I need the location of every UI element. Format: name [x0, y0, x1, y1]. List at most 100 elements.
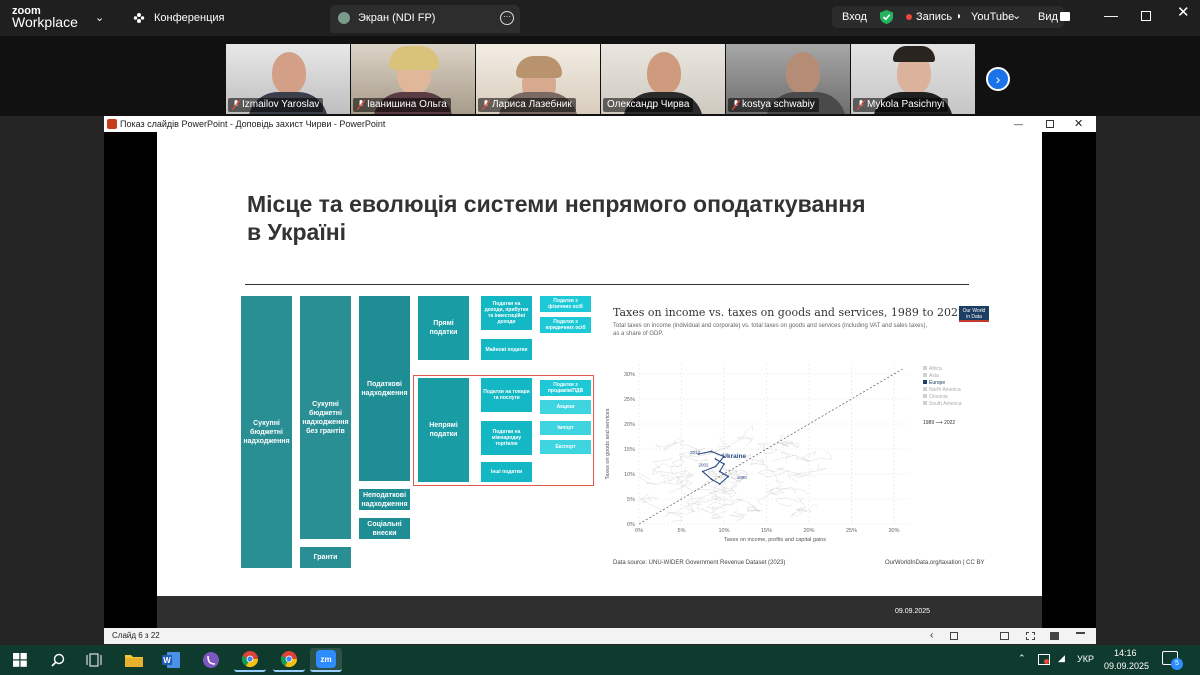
participant-tile[interactable]: Izmailov Yaroslav: [226, 44, 350, 114]
year-label: 2013: [690, 450, 701, 455]
tray-chevron-up-icon[interactable]: ⌃: [1018, 653, 1026, 664]
close-icon[interactable]: ✕: [1177, 5, 1190, 20]
minimize-icon[interactable]: —: [1014, 116, 1023, 132]
prev-slide-icon[interactable]: ‹: [930, 628, 933, 644]
ukraine-point: [718, 483, 721, 485]
slideshow-icon[interactable]: [1076, 632, 1085, 640]
powerpoint-window: Показ слайдів PowerPoint - Доповідь захи…: [104, 116, 1096, 644]
file-explorer-icon[interactable]: [118, 648, 150, 672]
mic-muted-icon: [231, 99, 241, 111]
network-icon[interactable]: ◢: [1058, 653, 1065, 664]
box-property-taxes: Майнові податки: [481, 339, 532, 360]
participant-strip: Izmailov Yaroslav Іванишина Ольга Лариса…: [0, 36, 1200, 116]
svg-text:W: W: [163, 656, 171, 665]
notes-icon[interactable]: [950, 632, 958, 640]
country-trajectory: [765, 467, 814, 475]
more-icon[interactable]: ···: [500, 11, 514, 25]
slide-title: Місце та еволюція системи непрямого опод…: [247, 191, 866, 245]
tray-app-icon[interactable]: [1038, 654, 1050, 665]
legend-entry: North America: [929, 387, 961, 393]
y-tick-label: 30%: [624, 372, 635, 378]
restore-icon[interactable]: [1046, 120, 1054, 128]
powerpoint-window-title: Показ слайдів PowerPoint - Доповідь захи…: [120, 119, 386, 129]
legend-entry: Africa: [929, 366, 942, 372]
country-trajectory: [655, 443, 672, 452]
box-cit: Податки з юридичних осіб: [540, 317, 591, 333]
x-tick-label: 0%: [635, 528, 643, 534]
broadcast-icon: ◗: [956, 11, 963, 22]
shield-check-icon[interactable]: [880, 10, 893, 29]
search-icon[interactable]: [42, 648, 74, 672]
input-language[interactable]: УКР: [1077, 654, 1094, 664]
powerpoint-titlebar: Показ слайдів PowerPoint - Доповідь захи…: [104, 116, 1096, 132]
x-tick-label: 15%: [761, 528, 772, 534]
view-button[interactable]: Вид: [1038, 10, 1058, 24]
zoom-app-icon[interactable]: zm: [310, 648, 342, 672]
chrome-icon[interactable]: [234, 648, 266, 672]
x-tick-label: 30%: [888, 528, 899, 534]
box-social-contributions: Соціальні внески: [359, 518, 410, 539]
participant-name: Лариса Лазебник: [478, 98, 576, 112]
ukraine-label: Ukraine: [722, 453, 746, 460]
signin-button[interactable]: Вход: [842, 10, 867, 24]
year-label: 1990: [737, 475, 748, 480]
equality-line: [638, 368, 903, 525]
notifications-icon[interactable]: 5: [1162, 651, 1183, 670]
mic-muted-icon: [481, 99, 491, 111]
youtube-button[interactable]: YouTube: [971, 10, 1014, 24]
box-trade-taxes: Податки на міжнародну торгівлю: [481, 421, 532, 455]
participant-tile[interactable]: Лариса Лазебник: [476, 44, 600, 114]
next-page-button[interactable]: ›: [986, 67, 1010, 91]
box-goods-services-taxes: Податки на товари та послуги: [481, 378, 532, 412]
x-tick-label: 20%: [803, 528, 814, 534]
notification-count: 5: [1171, 658, 1183, 670]
legend-swatch: [923, 394, 927, 398]
close-icon[interactable]: ✕: [1074, 116, 1083, 132]
country-trajectory: [736, 436, 754, 447]
chart-url: OurWorldInData.org/taxation | CC BY: [885, 560, 985, 566]
country-trajectory: [729, 509, 746, 522]
participant-tile-active-speaker[interactable]: Олександр Чирва: [601, 44, 725, 114]
windows-start-icon[interactable]: [4, 648, 36, 672]
participant-tile[interactable]: Mykola Pasichnyi: [851, 44, 975, 114]
country-trajectory: [651, 462, 683, 473]
record-button[interactable]: Запись: [916, 10, 952, 24]
country-trajectory: [661, 475, 675, 483]
windows-taskbar: W zm ⌃ ◢ УКР 14:16 09.09.2025 5: [0, 645, 1200, 675]
clock-date[interactable]: 09.09.2025: [1104, 661, 1149, 671]
chevron-down-icon[interactable]: ⌄: [95, 11, 104, 25]
svg-text:zm: zm: [320, 655, 331, 664]
legend-entry: Oceania: [929, 394, 948, 400]
minimize-icon[interactable]: —: [1104, 8, 1118, 22]
normal-view-icon[interactable]: [1000, 632, 1009, 640]
legend-range: 1989 ⟶ 2022: [923, 420, 955, 426]
restore-icon[interactable]: [1141, 11, 1151, 21]
mic-muted-icon: [731, 99, 741, 111]
chevron-down-icon[interactable]: ⌄: [1012, 9, 1021, 23]
reading-view-icon[interactable]: [1050, 632, 1059, 640]
meeting-icon: [133, 11, 145, 29]
clock-time[interactable]: 14:16: [1114, 648, 1137, 658]
slide-footer-band: 09.09.2025: [157, 596, 1042, 628]
legend-swatch: [923, 401, 927, 405]
screen-share-tab[interactable]: Экран (NDI FP) ···: [330, 5, 520, 33]
country-trajectory: [679, 474, 693, 487]
meeting-label[interactable]: Конференция: [154, 11, 224, 25]
box-nontax-revenue: Неподаткові надходження: [359, 489, 410, 510]
legend-entry: South America: [929, 401, 962, 407]
slide-sorter-icon[interactable]: [1026, 632, 1035, 640]
chrome-profile-icon[interactable]: [273, 648, 305, 672]
country-trajectory: [640, 474, 656, 485]
powerpoint-icon: [107, 119, 117, 129]
viber-icon[interactable]: [195, 648, 227, 672]
ukraine-point: [714, 458, 717, 460]
task-view-icon[interactable]: [78, 648, 110, 672]
slide: Місце та еволюція системи непрямого опод…: [157, 132, 1042, 612]
meeting-controls-pill: Вход Запись ◗ YouTube ⌄ Вид: [832, 6, 1070, 29]
participant-tile[interactable]: Іванишина Ольга: [351, 44, 475, 114]
participant-name: Іванишина Ольга: [353, 98, 451, 112]
word-icon[interactable]: W: [155, 648, 187, 672]
legend-entry: Asia: [929, 373, 939, 379]
y-tick-label: 0%: [627, 522, 635, 528]
participant-tile[interactable]: kostya schwabiy: [726, 44, 850, 114]
